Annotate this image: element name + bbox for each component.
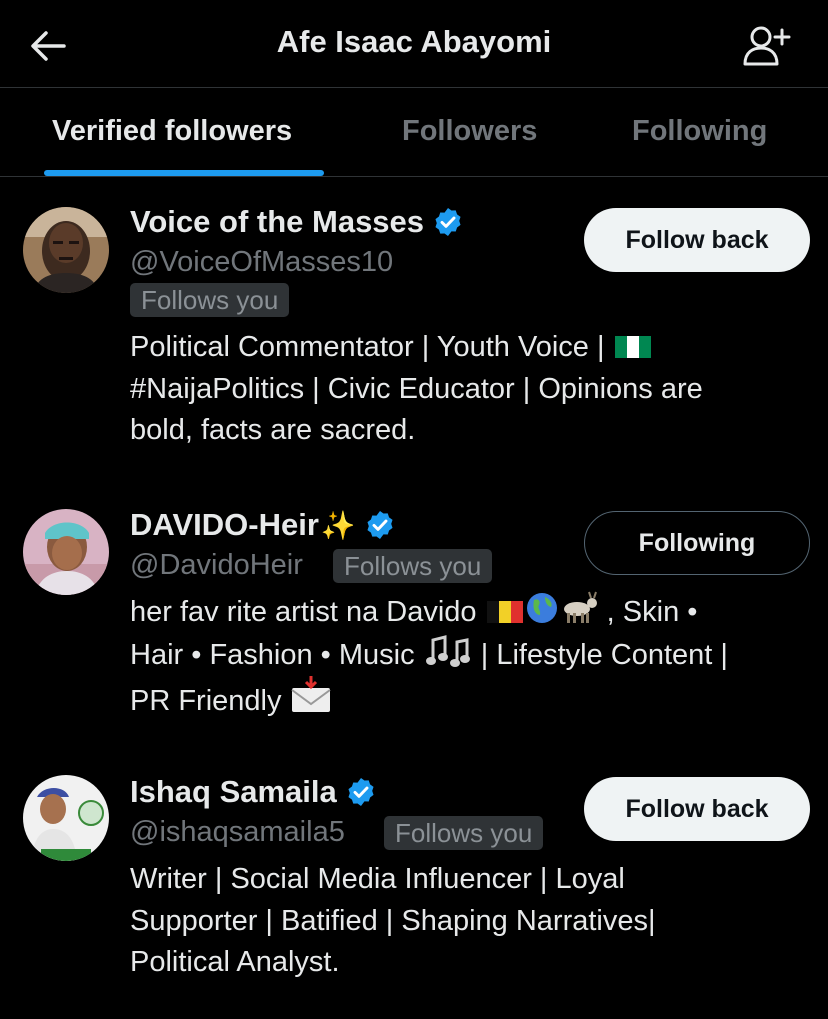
page-title: Afe Isaac Abayomi: [276, 24, 552, 59]
user-name[interactable]: DAVIDO-Heir: [130, 507, 319, 543]
bio-text: Political Commentator | Youth Voice |: [130, 331, 613, 363]
user-name-line: Ishaq Samaila: [130, 774, 377, 810]
user-name[interactable]: Voice of the Masses: [130, 204, 424, 240]
bio-text: her fav rite artist na Davido: [130, 596, 485, 628]
follows-you-badge: Follows you: [130, 283, 290, 317]
top-bar: Afe Isaac Abayomi: [0, 0, 828, 88]
follow-back-button[interactable]: Follow back: [584, 777, 810, 841]
user-bio: her fav rite artist na Davido , Skin • H…: [130, 591, 800, 723]
add-user-icon: [743, 26, 791, 66]
nigeria-flag-icon: [614, 336, 651, 358]
flag-icon: [486, 601, 523, 623]
verified-badge-icon: [348, 778, 374, 806]
user-name-line: Voice of the Masses: [130, 204, 464, 240]
goat-icon: [563, 591, 597, 623]
avatar[interactable]: [23, 207, 109, 293]
bio-text: Political Analyst.: [130, 946, 340, 978]
verified-badge-icon: [435, 208, 461, 236]
bio-text: Writer | Social Media Influencer | Loyal: [130, 863, 625, 895]
user-name-line: DAVIDO-Heir ✨: [130, 507, 396, 543]
user-handle: @ishaqsamaila5: [130, 816, 345, 848]
avatar[interactable]: [23, 775, 109, 861]
avatar[interactable]: [23, 509, 109, 595]
sparkles-icon: ✨: [320, 509, 356, 541]
follow-back-button[interactable]: Follow back: [584, 208, 810, 272]
user-name[interactable]: Ishaq Samaila: [130, 774, 337, 810]
tab-bar: Verified followers Followers Following: [0, 88, 828, 177]
bio-text: #NaijaPolitics | Civic Educator | Opinio…: [130, 372, 703, 405]
user-bio: Political Commentator | Youth Voice | #N…: [130, 327, 800, 452]
bio-text: PR Friendly: [130, 685, 290, 717]
tab-followers[interactable]: Followers: [402, 88, 537, 176]
bio-text: , Skin •: [598, 596, 698, 628]
globe-icon: [526, 593, 557, 623]
user-handle: @VoiceOfMasses10: [130, 246, 394, 278]
user-bio: Writer | Social Media Influencer | Loyal…: [130, 859, 800, 984]
tab-verified-followers[interactable]: Verified followers: [52, 88, 292, 176]
user-handle: @DavidoHeir: [130, 549, 303, 581]
music-notes-icon: [425, 634, 470, 667]
following-button[interactable]: Following: [584, 511, 810, 575]
bio-text: Supporter | Batified | Shaping Narrative…: [130, 904, 656, 937]
bio-text: Hair • Fashion • Music: [130, 638, 423, 671]
follows-you-badge: Follows you: [333, 549, 493, 583]
add-user-button[interactable]: [742, 24, 792, 68]
envelope-icon: [290, 676, 331, 712]
verified-badge-icon: [367, 511, 393, 539]
tab-following[interactable]: Following: [632, 88, 767, 176]
bio-text: bold, facts are sacred.: [130, 414, 416, 446]
follows-you-badge: Follows you: [384, 816, 544, 850]
bio-text: | Lifestyle Content |: [472, 638, 728, 671]
active-tab-indicator: [44, 170, 324, 176]
